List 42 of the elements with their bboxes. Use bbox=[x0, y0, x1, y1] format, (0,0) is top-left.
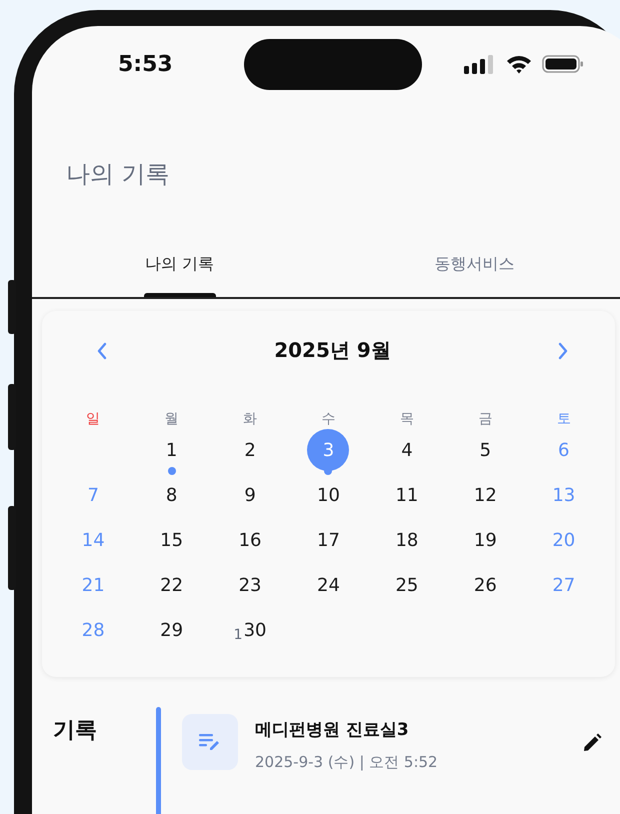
weekday-label: 일 bbox=[86, 410, 100, 429]
section-heading: 기록 bbox=[53, 717, 98, 745]
weekday-label: 목 bbox=[400, 410, 414, 429]
tab[interactable]: 나의 기록 bbox=[32, 254, 327, 297]
calendar-day[interactable]: 25 bbox=[386, 564, 428, 606]
calendar-day[interactable]: 18 bbox=[386, 519, 428, 561]
calendar-day[interactable]: 12 bbox=[464, 474, 506, 516]
calendar-day[interactable]: 10 bbox=[307, 474, 350, 516]
battery-icon bbox=[542, 54, 584, 74]
calendar-day[interactable]: 9 bbox=[229, 474, 272, 516]
record-datetime: 2025-9-3 (수) | 오전 5:52 bbox=[255, 753, 439, 772]
weekday-label: 금 bbox=[478, 410, 492, 429]
status-time: 5:53 bbox=[118, 52, 174, 76]
calendar-day[interactable]: 24 bbox=[307, 564, 350, 606]
signal-icon bbox=[464, 54, 496, 74]
edit-button[interactable] bbox=[582, 733, 602, 753]
chevron-right-icon bbox=[556, 342, 569, 360]
calendar-day[interactable]: 8 bbox=[150, 474, 193, 516]
weekday-label: 화 bbox=[243, 410, 258, 429]
chevron-left-icon bbox=[96, 342, 108, 360]
calendar-day[interactable]: 26 bbox=[464, 564, 506, 606]
month-title: 2025년 9월 bbox=[274, 337, 391, 364]
record-title: 메디펀병원 진료실3 bbox=[255, 719, 410, 741]
weekday-label: 수 bbox=[321, 410, 336, 429]
calendar-day[interactable]: 4 bbox=[386, 429, 428, 471]
calendar-day[interactable]: 29 bbox=[150, 609, 193, 651]
calendar-day[interactable]: 17 bbox=[307, 519, 350, 561]
calendar-day[interactable]: 5 bbox=[464, 429, 506, 471]
calendar-day[interactable]: 2 bbox=[229, 429, 272, 471]
page-title: 나의 기록 bbox=[66, 159, 171, 190]
tab[interactable]: 동행서비스 bbox=[327, 254, 620, 297]
calendar-day[interactable]: 22 bbox=[150, 564, 193, 606]
wifi-icon bbox=[506, 54, 532, 74]
calendar-day[interactable]: 15 bbox=[150, 519, 193, 561]
weekday-label: 토 bbox=[556, 410, 571, 429]
weekday-label: 월 bbox=[164, 410, 179, 429]
calendar-day[interactable]: 23 bbox=[229, 564, 272, 606]
calendar-day[interactable]: 19 bbox=[464, 519, 506, 561]
calendar-day[interactable]: 16 bbox=[229, 519, 272, 561]
note-edit-icon bbox=[182, 714, 238, 770]
calendar-day[interactable]: 1 bbox=[150, 429, 193, 471]
calendar-day[interactable]: 11 bbox=[386, 474, 428, 516]
